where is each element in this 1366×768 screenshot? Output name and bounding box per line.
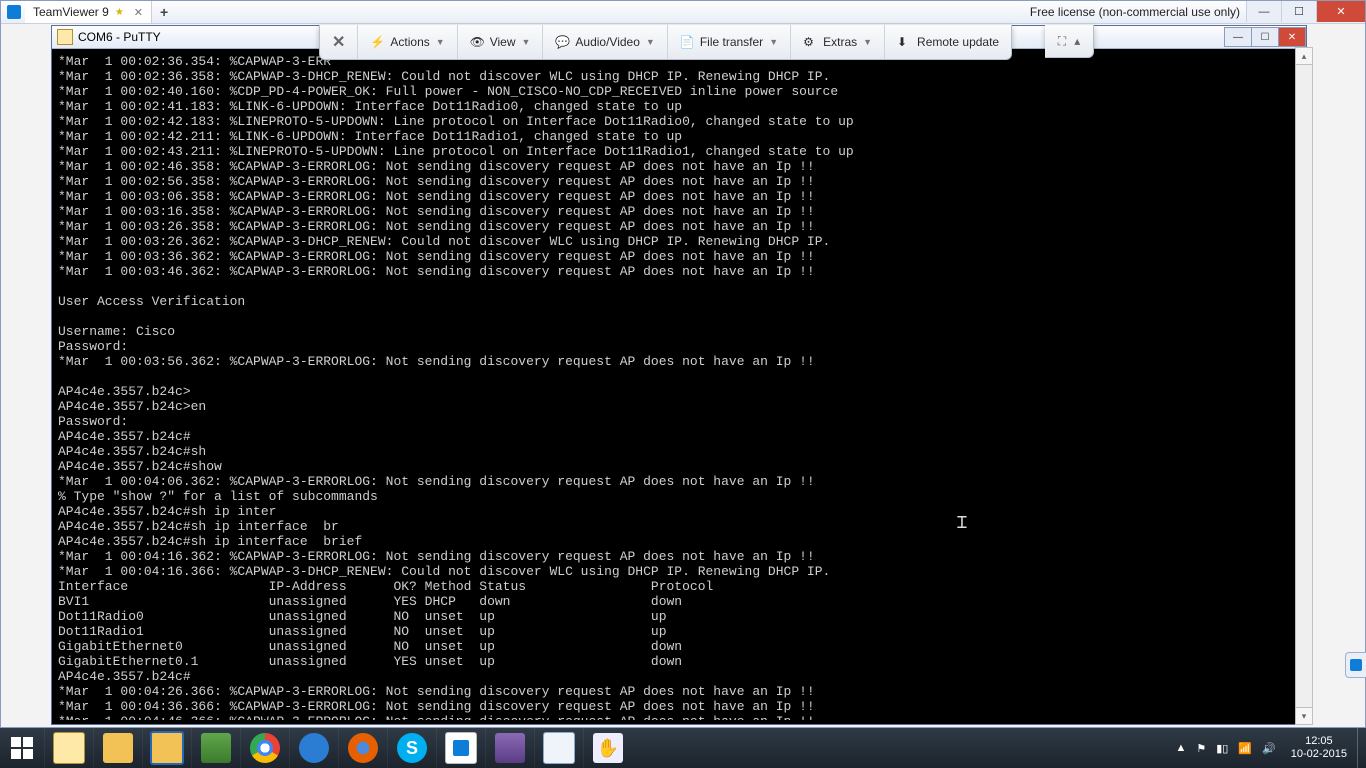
ie-icon — [299, 733, 329, 763]
winrar-icon — [495, 733, 525, 763]
window-controls: — ☐ ✕ — [1246, 1, 1365, 23]
skype-icon: S — [397, 733, 427, 763]
chevron-down-icon: ▼ — [769, 37, 778, 47]
putty-icon — [57, 29, 73, 45]
teamviewer-session-tab[interactable]: TeamViewer 9 ★ ✕ — [25, 1, 152, 23]
chevron-down-icon: ▼ — [646, 37, 655, 47]
scroll-down-icon[interactable]: ▾ — [1296, 707, 1312, 724]
close-icon: ✕ — [332, 32, 345, 52]
clock-date: 10-02-2015 — [1291, 748, 1347, 761]
outlook-icon — [150, 731, 184, 765]
tray-network-icon[interactable]: 📶 — [1233, 742, 1257, 755]
system-tray: ▲ ⚑ ▮▯ 📶 🔊 12:05 10-02-2015 — [1170, 728, 1366, 768]
teamviewer-taskbar-icon — [445, 732, 477, 764]
chevron-up-icon: ▲ — [1175, 742, 1186, 754]
teamviewer-logo-icon — [7, 5, 21, 19]
taskbar-item-putty[interactable] — [44, 728, 93, 768]
remote-scrollbar[interactable]: ▴ ▾ — [1295, 47, 1313, 725]
eye-icon: 👁 — [470, 35, 484, 49]
taskbar-item-explorer[interactable] — [93, 728, 142, 768]
taskbar-item-hand[interactable]: ✋ — [583, 728, 632, 768]
teamviewer-window: TeamViewer 9 ★ ✕ + Free license (non-com… — [0, 0, 1366, 728]
chevron-down-icon: ▼ — [863, 37, 872, 47]
maximize-button[interactable]: ☐ — [1281, 1, 1316, 22]
tab-close-icon[interactable]: ✕ — [134, 6, 143, 19]
fullscreen-icon[interactable]: ⛶ — [1058, 34, 1066, 49]
toolbar-actions-button[interactable]: ⚡ Actions ▼ — [358, 25, 457, 59]
tray-volume-icon[interactable]: 🔊 — [1257, 742, 1281, 755]
start-button[interactable] — [0, 728, 44, 768]
teamviewer-toolbar: ✕ ⚡ Actions ▼ 👁 View ▼ 💬 Audio/Video ▼ 📄… — [319, 25, 1012, 60]
clock-time: 12:05 — [1291, 735, 1347, 748]
text-cursor-icon: Ꮖ — [957, 515, 971, 533]
toolbar-label: Actions — [390, 35, 429, 49]
tray-overflow-button[interactable]: ▲ — [1170, 742, 1191, 754]
taskbar-item-winrar[interactable] — [485, 728, 534, 768]
gear-icon: ⚙ — [803, 35, 817, 49]
star-icon: ★ — [115, 7, 124, 18]
lightning-icon: ⚡ — [370, 35, 384, 49]
scroll-up-icon[interactable]: ▴ — [1296, 48, 1312, 65]
putty-taskbar-icon — [53, 732, 85, 764]
taskbar-item-winscp[interactable] — [191, 728, 240, 768]
winscp-icon — [201, 733, 231, 763]
teamviewer-side-panel-button[interactable] — [1345, 652, 1366, 678]
license-text: Free license (non-commercial use only) — [1030, 5, 1246, 19]
toolbar-label: View — [490, 35, 516, 49]
tray-clock[interactable]: 12:05 10-02-2015 — [1281, 735, 1357, 761]
teamviewer-badge-icon — [1350, 659, 1362, 671]
chevron-down-icon: ▼ — [436, 37, 445, 47]
tray-battery-icon[interactable]: ▮▯ — [1211, 742, 1233, 755]
putty-window: COM6 - PuTTY — ☐ ✕ *Mar 1 00:02:36.354: … — [51, 25, 1307, 725]
toolbar-view-button[interactable]: 👁 View ▼ — [458, 25, 544, 59]
windows-logo-icon — [11, 737, 33, 759]
terminal-output[interactable]: *Mar 1 00:02:36.354: %CAPWAP-3-ERR *Mar … — [56, 52, 1302, 720]
putty-close-button[interactable]: ✕ — [1278, 27, 1306, 47]
toolbar-close-button[interactable]: ✕ — [320, 25, 358, 59]
taskbar-item-ie[interactable] — [289, 728, 338, 768]
collapse-up-icon[interactable]: ▴ — [1074, 34, 1080, 48]
windows-taskbar: S ✋ ▲ ⚑ ▮▯ 📶 🔊 12:05 10-02-2015 — [0, 728, 1366, 768]
minimize-button[interactable]: — — [1246, 1, 1281, 22]
hand-icon: ✋ — [593, 733, 623, 763]
folder-icon — [103, 733, 133, 763]
firefox-icon — [348, 733, 378, 763]
download-icon: ⬇ — [897, 35, 911, 49]
putty-title: COM6 - PuTTY — [78, 30, 161, 44]
taskbar-item-teamviewer[interactable] — [436, 728, 485, 768]
taskbar-item-chrome[interactable] — [240, 728, 289, 768]
taskbar-item-outlook[interactable] — [142, 728, 191, 768]
taskbar-item-firefox[interactable] — [338, 728, 387, 768]
toolbar-label: Audio/Video — [575, 35, 640, 49]
chevron-down-icon: ▼ — [521, 37, 530, 47]
putty-maximize-button[interactable]: ☐ — [1251, 27, 1279, 47]
toolbar-label: File transfer — [700, 35, 763, 49]
close-button[interactable]: ✕ — [1316, 1, 1365, 22]
tray-flag-icon[interactable]: ⚑ — [1191, 742, 1211, 755]
toolbar-extras-button[interactable]: ⚙ Extras ▼ — [791, 25, 885, 59]
toolbar-label: Extras — [823, 35, 857, 49]
toolbar-label: Remote update — [917, 35, 999, 49]
taskbar-item-skype[interactable]: S — [387, 728, 436, 768]
tab-title: TeamViewer 9 — [33, 5, 109, 19]
chat-icon: 💬 — [555, 35, 569, 49]
toolbar-audiovideo-button[interactable]: 💬 Audio/Video ▼ — [543, 25, 667, 59]
taskbar-item-notepad[interactable] — [534, 728, 583, 768]
toolbar-remoteupdate-button[interactable]: ⬇ Remote update — [885, 25, 1011, 59]
show-desktop-button[interactable] — [1357, 728, 1366, 768]
teamviewer-titlebar: TeamViewer 9 ★ ✕ + Free license (non-com… — [1, 1, 1365, 24]
notepad-icon — [543, 732, 575, 764]
putty-minimize-button[interactable]: — — [1224, 27, 1252, 47]
toolbar-filetransfer-button[interactable]: 📄 File transfer ▼ — [668, 25, 791, 59]
add-tab-button[interactable]: + — [152, 4, 176, 20]
teamviewer-toolbar-tail: ⛶ ▴ — [1045, 25, 1094, 58]
file-icon: 📄 — [680, 35, 694, 49]
chrome-icon — [250, 733, 280, 763]
